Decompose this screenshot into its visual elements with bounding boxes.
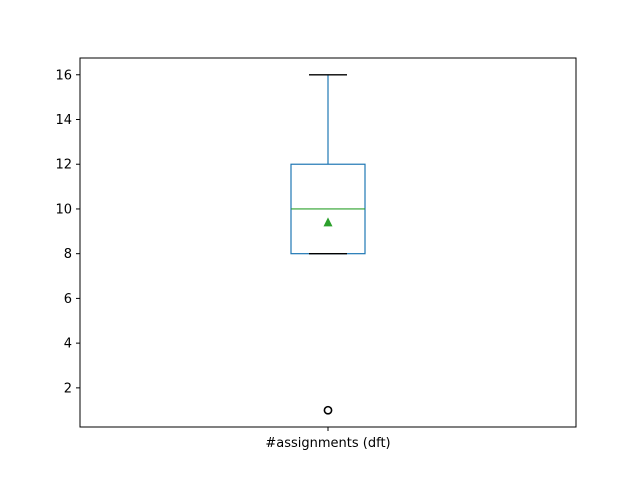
y-axis: 2 4 6 8 10 12 14 16 bbox=[55, 68, 80, 396]
y-tick-label: 4 bbox=[64, 337, 72, 352]
box-plot-chart: 2 4 6 8 10 12 14 16 #assignments (dft) bbox=[55, 57, 577, 451]
y-tick-label: 12 bbox=[55, 158, 72, 173]
y-tick-label: 14 bbox=[55, 113, 72, 128]
x-tick-label: #assignments (dft) bbox=[265, 436, 390, 451]
y-tick-label: 10 bbox=[55, 202, 72, 217]
x-axis: #assignments (dft) bbox=[265, 427, 391, 451]
y-tick-label: 2 bbox=[64, 381, 72, 396]
y-tick-label: 16 bbox=[55, 68, 72, 83]
y-tick-label: 6 bbox=[64, 292, 72, 307]
y-tick-label: 8 bbox=[64, 247, 72, 262]
